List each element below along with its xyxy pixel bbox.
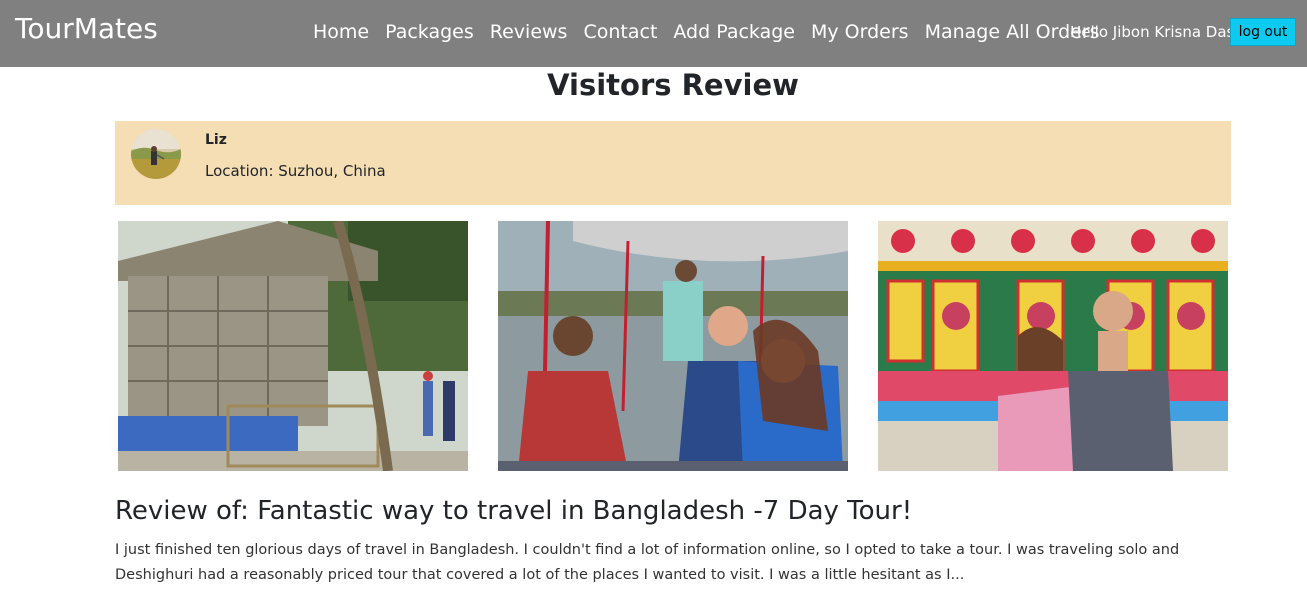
- reviewer-avatar: [131, 129, 181, 179]
- nav-link-home[interactable]: Home: [313, 21, 369, 43]
- review-photo-boat-ride: [498, 221, 848, 471]
- nav-link-add-package[interactable]: Add Package: [673, 21, 795, 43]
- review-title: Review of: Fantastic way to travel in Ba…: [115, 496, 913, 526]
- nav-links: Home Packages Reviews Contact Add Packag…: [313, 21, 1100, 43]
- nav-link-packages[interactable]: Packages: [385, 21, 474, 43]
- reviewer-name: Liz: [205, 132, 227, 148]
- user-greeting: Hello Jibon Krisna Das: [1070, 23, 1235, 41]
- page-title: Visitors Review: [547, 68, 799, 102]
- nav-link-contact[interactable]: Contact: [583, 21, 657, 43]
- logout-button[interactable]: log out: [1230, 18, 1296, 46]
- nav-link-reviews[interactable]: Reviews: [490, 21, 568, 43]
- review-photo-rickshaw-art: [878, 221, 1228, 471]
- nav-link-my-orders[interactable]: My Orders: [811, 21, 909, 43]
- brand-logo[interactable]: TourMates: [15, 12, 158, 45]
- reviewer-location: Location: Suzhou, China: [205, 162, 386, 180]
- review-body: I just finished ten glorious days of tra…: [115, 542, 1180, 583]
- reviewer-card: Liz Location: Suzhou, China: [115, 121, 1231, 205]
- review-photo-bamboo-house: [118, 221, 468, 471]
- navbar: TourMates Home Packages Reviews Contact …: [0, 0, 1307, 67]
